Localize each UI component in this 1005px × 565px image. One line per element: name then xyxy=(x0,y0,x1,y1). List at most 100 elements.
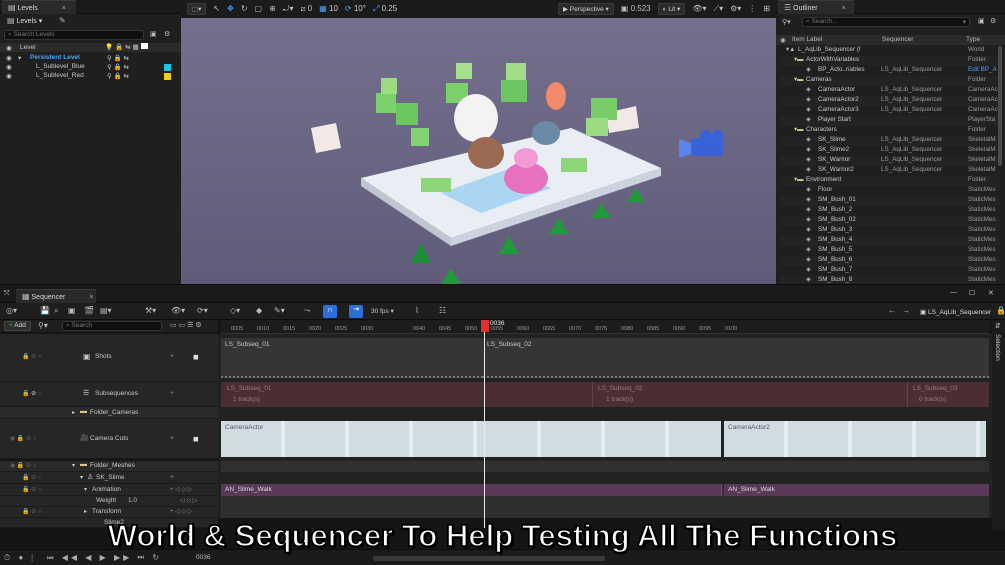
outliner-row[interactable]: ▾▬ Cameras Folder xyxy=(780,76,1000,86)
current-frame-field[interactable]: 0036 xyxy=(196,554,210,561)
add-folder-icon[interactable]: ▣ xyxy=(978,17,985,25)
maximize-icon[interactable]: ☐ xyxy=(969,289,975,297)
subsequence-section[interactable]: LS_Subseq_03 0 track(s) xyxy=(909,382,989,407)
expand-arrow-icon[interactable]: ▾ xyxy=(18,54,21,62)
levels-dropdown-button[interactable]: ▤ Levels ▾ xyxy=(4,16,45,27)
track-toggle-icons[interactable]: 🔒 ⊘ ○ xyxy=(22,353,41,360)
settings-icon[interactable]: ⚙▾ xyxy=(730,5,741,13)
col-sequencer[interactable]: Sequencer xyxy=(882,36,913,45)
track-folder-cameras[interactable]: ▸ ▬ Folder_Cameras xyxy=(0,407,218,419)
actions-icon[interactable]: ⚒▾ xyxy=(145,307,156,315)
visibility-eye-icon[interactable]: ◉ xyxy=(6,72,12,80)
outliner-row[interactable]: ◈ Floor StaticMes xyxy=(780,186,1000,196)
playback-controls[interactable]: ⏱ ● ⎸ ⏮ ◀◀ ◀ ▶ ▶▶ ⏭ ↻ xyxy=(4,553,162,563)
track-camera-cuts[interactable]: ◉ 🔒 ⊘ ○ 🎥 Camera Cuts + ◼ xyxy=(0,419,218,459)
camera-icon[interactable]: ◼ xyxy=(193,353,199,361)
col-item-label[interactable]: Item Label xyxy=(792,36,822,45)
tree-icon[interactable]: ☷ xyxy=(439,307,446,315)
camera-cut-section[interactable]: CameraActor xyxy=(221,421,721,457)
track-subsequences[interactable]: 🔒 ⊘ ○ ☰ Subsequences + xyxy=(0,382,218,407)
close-icon[interactable]: × xyxy=(89,294,93,301)
pencil-icon[interactable]: ✎ xyxy=(59,16,66,25)
fps-dropdown[interactable]: 30 fps ▾ xyxy=(371,307,394,315)
move-icon[interactable]: ✥ xyxy=(227,5,234,13)
shot-section[interactable]: LS_Subseq_01 xyxy=(221,338,483,378)
camera-cut-section[interactable]: CameraActor2 xyxy=(724,421,986,457)
globe-icon[interactable]: ⊕ xyxy=(269,5,276,13)
outliner-row[interactable]: ◈ SK_Warrior2 LS_AqLib_Sequencer SkeletalM xyxy=(780,166,1000,176)
visibility-eye-icon[interactable]: ◉ xyxy=(6,54,12,62)
col-type[interactable]: Type xyxy=(966,36,980,45)
selection-side-tab[interactable]: ⇵ Selection xyxy=(992,320,1005,530)
rotate-icon[interactable]: ↻ xyxy=(241,5,248,13)
show-icon[interactable]: 👁▾ xyxy=(692,5,706,13)
render-icon[interactable]: 🎬 xyxy=(84,307,94,315)
world-icon[interactable]: ◎▾ xyxy=(6,307,17,315)
level-row-red[interactable]: ◉ L_Sublevel_Red ⚲ 🔒 ⇆ xyxy=(0,72,181,81)
subsequence-section[interactable]: LS_Subseq_01 1 track(s) xyxy=(221,382,593,407)
key-diamond-icon[interactable]: ◆ xyxy=(256,307,262,315)
outliner-row[interactable]: ◈ SK_Slime LS_AqLib_Sequencer SkeletalM xyxy=(780,136,1000,146)
outliner-row[interactable]: ◈ SM_Bush_7 StaticMes xyxy=(780,266,1000,276)
track-toggle-icons[interactable]: 🔒 ⊘ ○ xyxy=(22,508,41,515)
animation-section[interactable]: AN_Slime_Walk xyxy=(221,484,722,496)
keys-icon[interactable]: ◇▾ xyxy=(230,307,240,315)
shot-section[interactable]: LS_Subseq_02 xyxy=(483,338,989,378)
realtime-icon[interactable]: ⟋▾ xyxy=(713,5,723,13)
track-sk-slime[interactable]: 🔒 ⊘ ○ ▾ ♙ SK_Slime + xyxy=(0,472,218,484)
outliner-row[interactable]: ▾▲ L_AqLib_Sequencer (I World xyxy=(780,46,1000,56)
track-animation[interactable]: 🔒 ⊘ ○ ▾ Animation + ◁ ◇ ▷ xyxy=(0,484,218,496)
key-nav-icons[interactable]: + ◁ ◇ ▷ xyxy=(170,508,192,515)
cursor-icon[interactable]: ↖ xyxy=(213,5,220,13)
outliner-row[interactable]: ◈ SM_Bush_01 StaticMes xyxy=(780,196,1000,206)
expand-arrow-icon[interactable]: ▾ xyxy=(72,462,75,469)
outliner-row[interactable]: ◈ BP_Acto..riables LS_AqLib_Sequencer Edit … xyxy=(780,66,1000,76)
select-mode-button[interactable]: ⬚▾ xyxy=(187,3,207,15)
sequencer-search[interactable]: ⌕ Search xyxy=(62,321,162,331)
track-toggle-icons[interactable]: ◉ 🔒 ⊘ ○ xyxy=(10,462,36,469)
levels-search[interactable]: ⌕ Search Levels xyxy=(4,30,144,40)
film-icon[interactable]: ▣ xyxy=(68,307,76,315)
outliner-row[interactable]: ◈ SM_Bush_2 StaticMes xyxy=(780,206,1000,216)
outliner-row[interactable]: ◈ Player Start PlayerSta xyxy=(780,116,1000,126)
translate-snap-button[interactable]: ▦ 10 xyxy=(319,5,338,13)
level-row-blue[interactable]: ◉ L_Sublevel_Blue ⚲ 🔒 ⇆ xyxy=(0,63,181,72)
more-icon[interactable]: ⋮ xyxy=(748,5,756,13)
camera-lock-icon[interactable]: ▤▾ xyxy=(100,307,112,315)
pencil-icon[interactable]: ✎▾ xyxy=(274,307,285,315)
filter-options-icons[interactable]: ▭ ▭ ☰ ⚙ xyxy=(170,322,202,329)
save-icon[interactable]: 💾 xyxy=(40,307,50,315)
weight-value-field[interactable]: 1.0 xyxy=(128,497,137,504)
outliner-scrollbar[interactable] xyxy=(998,46,1002,166)
settings-icon[interactable]: ⚙ xyxy=(164,30,170,38)
folder-icon[interactable]: ▣ xyxy=(150,30,157,38)
item-type[interactable]: Edit BP_A xyxy=(968,66,997,73)
filter-icon[interactable]: ⚲▾ xyxy=(38,322,48,330)
outliner-row[interactable]: ▾▬ Characters Folder xyxy=(780,126,1000,136)
rotate-snap-button[interactable]: ⟳ 10° xyxy=(345,5,366,13)
perspective-button[interactable]: ▶ Perspective ▾ xyxy=(557,3,614,15)
outliner-row[interactable]: ◈ SM_Bush_3 StaticMes xyxy=(780,226,1000,236)
settings-icon[interactable]: ⚙ xyxy=(990,17,996,25)
key-nav-icons[interactable]: ◁ ◇ ▷ xyxy=(180,497,197,504)
filter-icon[interactable]: ⚲▾ xyxy=(782,18,791,26)
lock-icon[interactable]: 🔒 xyxy=(996,307,1005,315)
minimize-icon[interactable]: — xyxy=(950,289,957,296)
snap-surface-icon[interactable]: ⤾▾ xyxy=(283,5,294,13)
camera-speed-button[interactable]: ▣ 0.523 xyxy=(621,5,651,13)
timeline-scrollbar[interactable] xyxy=(373,556,605,561)
outliner-row[interactable]: ◈ CameraActor2 LS_AqLib_Sequencer CameraAc xyxy=(780,96,1000,106)
add-plus-icon[interactable]: + xyxy=(170,353,174,360)
subsequence-section[interactable]: LS_Subseq_02 1 track(s) xyxy=(594,382,908,407)
outliner-row[interactable]: ◈ CameraActor3 LS_AqLib_Sequencer CameraAc xyxy=(780,106,1000,116)
track-shots[interactable]: 🔒 ⊘ ○ ▣ Shots + ◼ xyxy=(0,334,218,382)
back-arrow-icon[interactable]: ← xyxy=(888,307,896,315)
tab-levels[interactable]: ▤ Levels × xyxy=(2,0,76,14)
level-color-swatch[interactable] xyxy=(164,64,171,71)
sequencer-menu-icon[interactable]: ⤲ xyxy=(4,290,10,298)
track-toggle-icons[interactable]: 🔒 ⊘ ○ xyxy=(22,486,41,493)
tab-sequencer[interactable]: ▦ Sequencer × xyxy=(16,289,96,303)
add-plus-icon[interactable]: + xyxy=(170,474,174,481)
expand-arrow-icon[interactable]: ▸ xyxy=(84,508,87,515)
visibility-eye-icon[interactable]: ◉ xyxy=(6,63,12,71)
